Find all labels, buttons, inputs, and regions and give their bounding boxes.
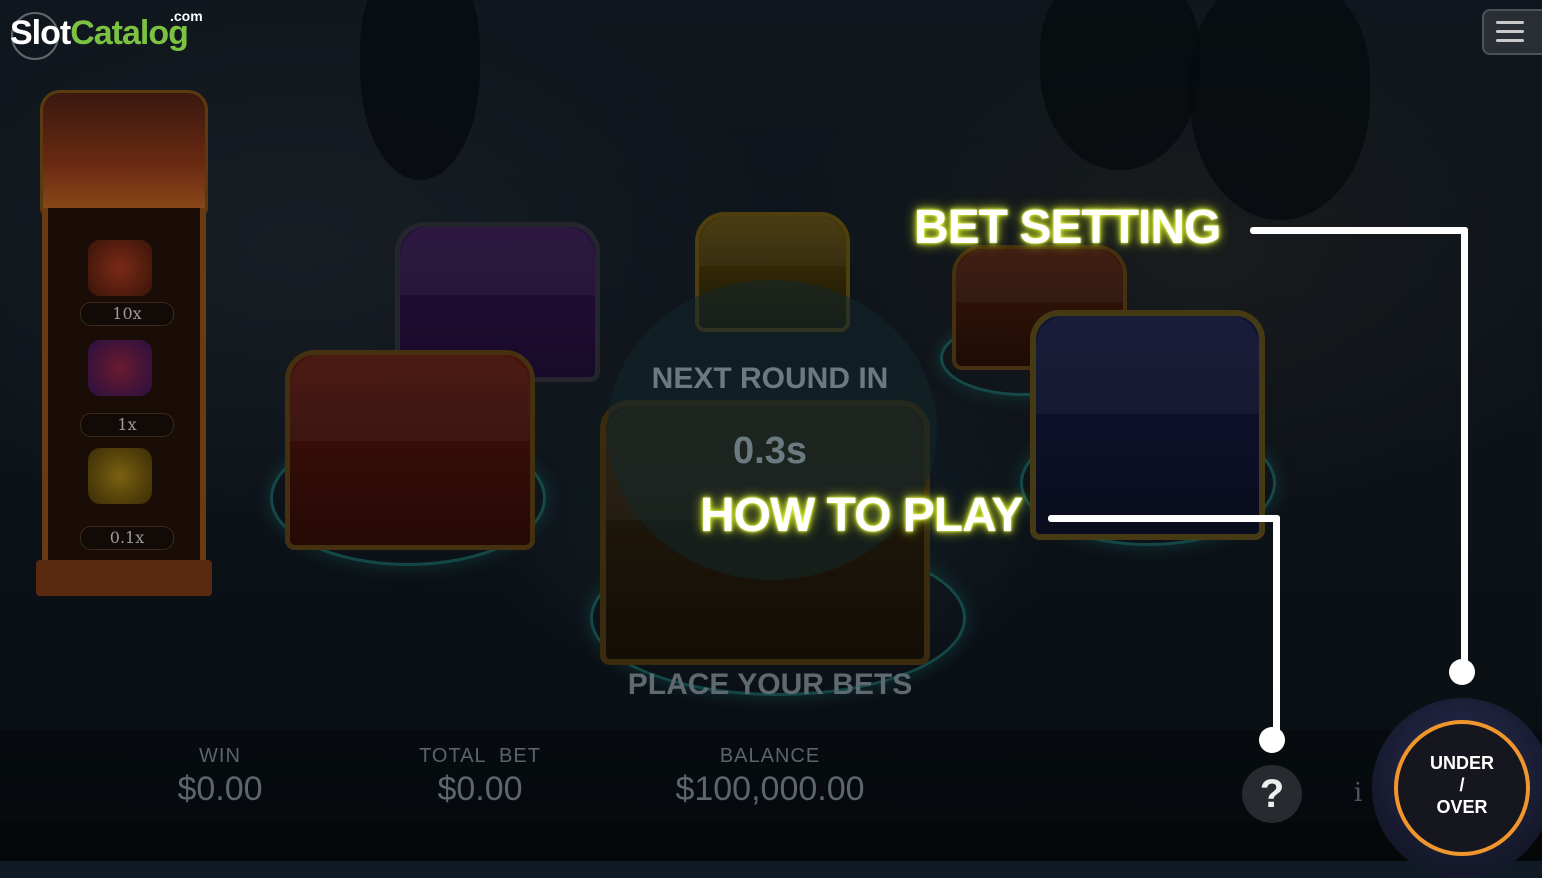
slash-label: / — [1459, 775, 1465, 795]
win-stat: WIN $0.00 — [140, 745, 300, 809]
countdown-timer: 0.3s — [733, 430, 807, 472]
crown-multiplier: 10x — [80, 302, 174, 326]
win-label: WIN — [199, 745, 241, 767]
bet-setting-leader-dot — [1449, 659, 1475, 685]
under-label: UNDER — [1429, 753, 1494, 773]
paytable-base — [36, 560, 212, 596]
under-over-bet-setting-button[interactable]: UNDER / OVER — [1394, 720, 1530, 856]
hamburger-menu-button[interactable] — [1482, 9, 1542, 55]
hamburger-menu-icon — [1496, 39, 1524, 42]
balance-value: $100,000.00 — [675, 770, 865, 808]
over-label: OVER — [1436, 797, 1488, 817]
help-button[interactable]: ? — [1242, 765, 1302, 823]
logo-com-text: .com — [170, 8, 203, 24]
total-bet-stat: TOTAL BET $0.00 — [390, 745, 570, 809]
place-bets-label: PLACE YOUR BETS — [627, 668, 913, 701]
how-to-play-leader-dot — [1259, 727, 1285, 753]
bottom-strip — [0, 822, 1542, 861]
balance-stat: BALANCE $100,000.00 — [650, 745, 890, 809]
info-button[interactable]: i — [1348, 778, 1368, 808]
total-bet-value: $0.00 — [437, 770, 523, 808]
logo-text: SlotCatalog — [10, 14, 189, 53]
next-round-label: NEXT ROUND IN — [651, 362, 889, 395]
total-bet-label: TOTAL BET — [419, 745, 541, 767]
multiplier-paytable: 10x 1x 0.1x — [36, 90, 212, 610]
balance-label: BALANCE — [719, 745, 821, 767]
paytable-crest — [40, 90, 208, 215]
gold-coins-icon — [88, 448, 152, 504]
bet-setting-leader-line — [1461, 227, 1468, 672]
coins-multiplier: 0.1x — [80, 526, 174, 550]
bet-setting-callout: BET SETTING — [914, 201, 1221, 254]
win-value: $0.00 — [177, 770, 263, 808]
gems-multiplier: 1x — [80, 413, 174, 437]
how-to-play-callout: HOW TO PLAY — [700, 489, 1023, 542]
hamburger-menu-icon — [1496, 21, 1524, 24]
hamburger-menu-icon — [1496, 30, 1524, 33]
crown-icon — [88, 240, 152, 296]
gems-icon — [88, 340, 152, 396]
logo-slot-text: Slot — [10, 14, 71, 52]
bet-setting-leader-line — [1250, 227, 1468, 234]
how-to-play-leader-line — [1273, 515, 1280, 740]
how-to-play-leader-line — [1048, 515, 1280, 522]
